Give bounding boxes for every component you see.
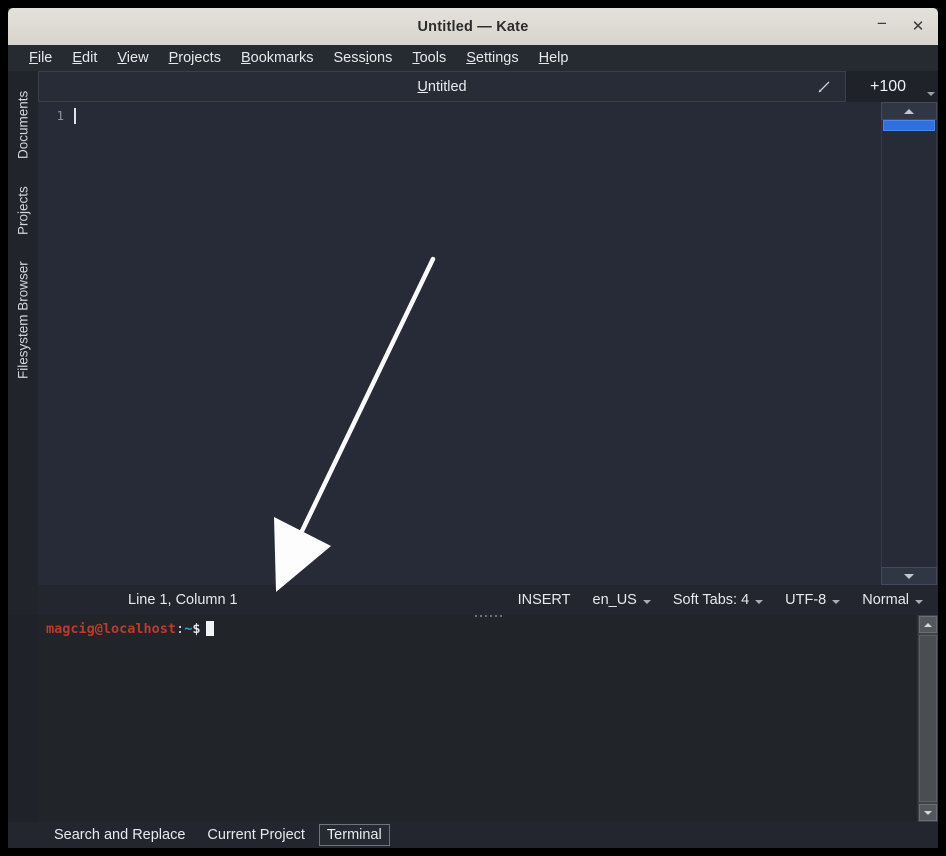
cursor-position: Line 1, Column 1 [128,592,238,608]
chevron-down-icon [642,599,651,604]
scroll-down-button[interactable] [881,567,937,585]
terminal-prompt-user: magcig@localhost [46,621,177,637]
sidebar-tab-documents[interactable]: Documents [8,71,38,159]
pencil-icon [817,80,831,94]
statusbar-right-group: INSERT en_US Soft Tabs: 4 UTF-8 Normal [507,590,938,610]
chevron-down-icon [832,599,841,604]
terminal-cursor [206,621,215,636]
bottom-tab-terminal[interactable]: Terminal [318,824,390,846]
menu-view[interactable]: View [108,47,157,70]
document-tab-label: Untitled [417,78,467,95]
menu-tools[interactable]: Tools [403,47,455,70]
menu-file[interactable]: File [20,47,61,70]
sidebar-tab-filesystem-browser[interactable]: Filesystem Browser [8,239,38,379]
sidebar-tabs: Documents Projects Filesystem Browser [8,71,38,615]
triangle-up-icon [924,622,932,627]
terminal-scrollbar[interactable] [917,615,938,822]
menu-tools-label: ools [419,49,447,66]
triangle-down-icon [924,810,932,815]
menu-projects[interactable]: Projects [160,47,230,70]
menu-sessions-label: ons [368,49,393,66]
bottom-toolview-tabs: Search and Replace Current Project Termi… [8,822,938,848]
bottom-tab-current-project[interactable]: Current Project [199,824,313,846]
menu-edit-label: dit [82,49,98,66]
minimize-button[interactable]: − [872,14,892,40]
document-tabbar: Untitled +100 [38,71,938,102]
menu-settings-label: ettings [475,49,519,66]
terminal-scroll-track[interactable] [919,635,937,802]
panel-splitter-handle[interactable] [471,613,505,618]
menu-view-label: iew [126,49,149,66]
tab-width-label: Soft Tabs: 4 [672,592,750,608]
chevron-down-icon [755,599,764,604]
chevron-down-icon[interactable] [924,71,938,102]
terminal-prompt-colon: : [176,621,185,637]
tab-count-badge[interactable]: +100 [846,71,924,102]
document-tab-untitled[interactable]: Untitled [38,71,846,102]
language-label: en_US [592,592,637,608]
scroll-up-button[interactable] [881,102,937,120]
tab-width-selector[interactable]: Soft Tabs: 4 [662,590,774,610]
left-sidebar-strip: Documents Projects Filesystem Browser [8,71,38,615]
terminal-panel: magcig@localhost:~$ [38,615,938,822]
main-body: Documents Projects Filesystem Browser Un… [8,71,938,618]
menu-projects-label: rojects [178,49,221,66]
bottom-tab-search-and-replace[interactable]: Search and Replace [46,824,193,846]
menu-edit[interactable]: Edit [63,47,106,70]
window-title: Untitled — Kate [417,18,529,35]
menubar: File Edit View Projects Bookmarks Sessio… [8,45,938,71]
line-number-gutter: 1 [38,102,68,585]
menu-bookmarks-label: ookmarks [250,49,314,66]
close-button[interactable]: ✕ [908,17,928,37]
language-selector[interactable]: en_US [582,590,662,610]
editor-scrollbar[interactable] [880,102,938,585]
insert-mode-indicator[interactable]: INSERT [507,590,582,610]
menu-help-label: elp [549,49,569,66]
menu-settings[interactable]: Settings [457,47,527,70]
terminal-prompt-dollar: $ [192,621,201,637]
terminal-scroll-up-button[interactable] [919,616,937,633]
encoding-label: UTF-8 [785,592,827,608]
triangle-down-icon [904,573,914,579]
sidebar-tab-projects[interactable]: Projects [8,163,38,235]
line-number: 1 [56,108,64,123]
code-text-area[interactable] [68,102,880,585]
encoding-selector[interactable]: UTF-8 [774,590,851,610]
chevron-down-icon [915,599,923,604]
terminal-output[interactable]: magcig@localhost:~$ [38,615,917,822]
kate-window: Untitled — Kate − ✕ File Edit View Proje… [8,8,938,848]
menu-bookmarks[interactable]: Bookmarks [232,47,323,70]
editor-scroll-track[interactable] [881,120,937,567]
editor-area: 1 [38,102,938,585]
highlight-mode-label: Normal [862,592,909,608]
content-column: Untitled +100 1 Line 1, Column 1 INSERT … [38,71,938,618]
highlight-mode-selector[interactable]: Normal [851,590,934,610]
statusbar: Line 1, Column 1 INSERT en_US Soft Tabs:… [38,585,938,618]
terminal-scroll-down-button[interactable] [919,804,937,821]
menu-help[interactable]: Help [530,47,578,70]
window-controls: − ✕ [872,8,928,45]
text-caret [74,108,76,124]
triangle-up-icon [904,108,914,114]
titlebar: Untitled — Kate − ✕ [8,8,938,45]
menu-sessions[interactable]: Sessions [324,47,401,70]
menu-file-label: ile [37,49,53,66]
editor-scroll-thumb[interactable] [883,120,935,131]
